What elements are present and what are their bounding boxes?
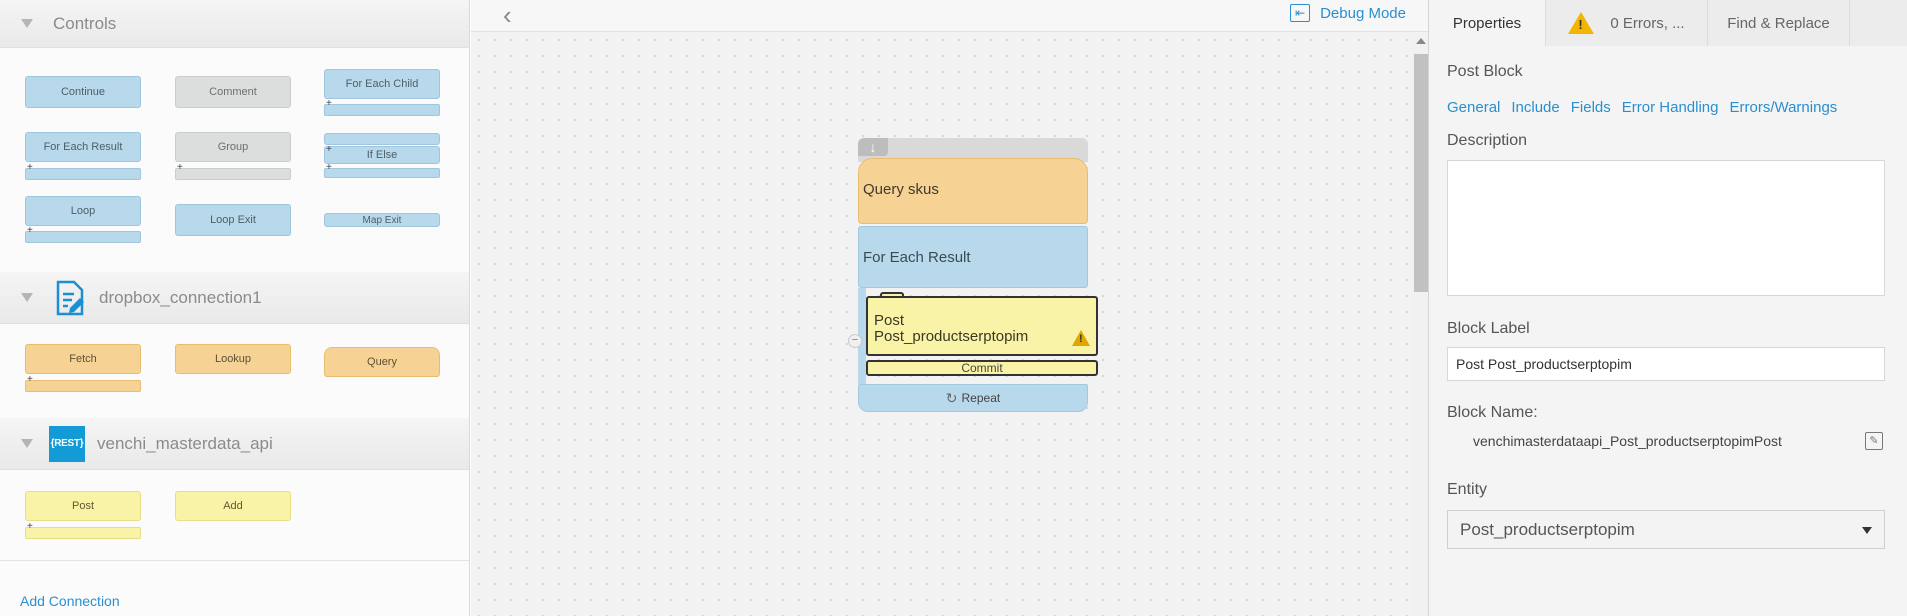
palette-block-loop[interactable]: Loop — [25, 196, 141, 226]
palette-block-map-exit[interactable]: Map Exit — [324, 213, 440, 227]
dropbox-connection-icon — [53, 280, 87, 316]
plus-icon: + — [27, 225, 33, 236]
flow-block-query[interactable]: Query skus — [858, 158, 1088, 224]
flow-block-commit[interactable]: Commit — [866, 360, 1098, 376]
block-name-label: Block Name: — [1447, 404, 1538, 421]
collapse-caret-icon[interactable] — [21, 293, 33, 302]
palette-block-if-else-foot — [324, 168, 440, 178]
palette-block-query[interactable]: Query — [324, 347, 440, 377]
plus-icon: + — [27, 521, 33, 532]
api-connection-title: venchi_masterdata_api — [97, 433, 273, 453]
palette-block-post[interactable]: Post — [25, 491, 141, 521]
panel-tabs: Properties ! 0 Errors, ... Find & Replac… — [1429, 0, 1907, 46]
warning-icon: ! — [1568, 12, 1595, 34]
repeat-icon: ↻ — [945, 389, 958, 406]
canvas-vertical-scrollbar[interactable] — [1412, 34, 1428, 616]
palette-divider — [0, 560, 469, 561]
add-connection-link[interactable]: Add Connection — [20, 593, 120, 609]
flow-block-post[interactable]: Post Post_productserptopim — [866, 296, 1098, 356]
tab-errors-label: 0 Errors, ... — [1610, 14, 1685, 32]
block-label-label: Block Label — [1447, 320, 1530, 337]
property-section-links: General Include Fields Error Handling Er… — [1447, 99, 1848, 116]
connection-section-header[interactable]: dropbox_connection1 — [0, 272, 469, 324]
palette-block-for-each-child[interactable]: For Each Child — [324, 69, 440, 99]
edit-icon[interactable]: ✎ — [1865, 432, 1883, 450]
plus-icon: + — [27, 162, 33, 173]
repeat-label: Repeat — [961, 391, 1001, 405]
palette-block-if-else-top[interactable] — [324, 133, 440, 145]
collapse-caret-icon[interactable] — [21, 19, 33, 28]
connection-title: dropbox_connection1 — [99, 287, 262, 307]
post-block-line2: Post_productserptopim — [874, 328, 1029, 345]
palette-block-group[interactable]: Group — [175, 132, 291, 162]
entity-select[interactable]: Post_productserptopim — [1447, 510, 1885, 549]
palette-block-fetch[interactable]: Fetch — [25, 344, 141, 374]
controls-section-header[interactable]: Controls — [0, 0, 469, 48]
link-errors-warnings[interactable]: Errors/Warnings — [1729, 99, 1837, 116]
tab-errors[interactable]: ! 0 Errors, ... — [1546, 0, 1708, 46]
flow-block-query-label: Query skus — [863, 181, 939, 198]
tab-properties[interactable]: Properties — [1429, 0, 1546, 46]
description-label: Description — [1447, 132, 1528, 149]
rest-api-icon: {REST} — [49, 425, 85, 462]
link-fields[interactable]: Fields — [1571, 99, 1611, 116]
flow-block-repeat: ↻ Repeat — [858, 384, 1088, 412]
scrollbar-thumb[interactable] — [1414, 54, 1428, 292]
palette-block-add[interactable]: Add — [175, 491, 291, 521]
debug-mode-label: Debug Mode — [1320, 4, 1406, 22]
dropdown-caret-icon — [1862, 527, 1872, 534]
collapse-minus-icon[interactable]: − — [848, 334, 862, 348]
link-error-handling[interactable]: Error Handling — [1622, 99, 1719, 116]
plus-icon: + — [326, 162, 332, 173]
down-arrow-icon[interactable]: ↓ — [858, 138, 888, 156]
palette-block-loop-exit[interactable]: Loop Exit — [175, 204, 291, 236]
api-section-header[interactable]: {REST} venchi_masterdata_api — [0, 418, 469, 470]
palette-block-for-each-result[interactable]: For Each Result — [25, 132, 141, 162]
plus-icon: + — [326, 98, 332, 109]
palette-block-post-foot — [25, 527, 141, 539]
block-name-value: venchimasterdataapi_Post_productserptopi… — [1473, 433, 1782, 449]
back-chevron-icon[interactable]: ‹ — [503, 0, 512, 31]
palette-block-for-each-result-foot — [25, 168, 141, 180]
palette-block-for-each-child-foot — [324, 104, 440, 116]
entity-selected-value: Post_productserptopim — [1460, 519, 1635, 539]
scroll-up-arrow-icon[interactable] — [1416, 38, 1426, 44]
post-block-line1: Post — [874, 312, 905, 329]
palette-block-lookup[interactable]: Lookup — [175, 344, 291, 374]
flow-block-for-each-result[interactable]: For Each Result — [858, 226, 1088, 288]
link-general[interactable]: General — [1447, 99, 1500, 116]
properties-panel: Properties ! 0 Errors, ... Find & Replac… — [1428, 0, 1907, 616]
debug-mode-icon: ⇤ — [1290, 4, 1311, 22]
palette-block-loop-foot — [25, 231, 141, 243]
block-palette: Controls Continue Comment For Each Child… — [0, 0, 470, 616]
palette-block-if-else[interactable]: If Else — [324, 146, 440, 164]
block-label-input[interactable]: Post Post_productserptopim — [1447, 347, 1885, 381]
warning-icon[interactable]: ! — [1072, 330, 1090, 346]
tab-find-replace[interactable]: Find & Replace — [1708, 0, 1850, 46]
palette-block-comment[interactable]: Comment — [175, 76, 291, 108]
palette-block-fetch-foot — [25, 380, 141, 392]
canvas-toolbar: ‹ ⇤ Debug Mode — [471, 0, 1428, 32]
flow-block-for-each-label: For Each Result — [863, 249, 971, 266]
debug-mode-button[interactable]: ⇤ Debug Mode — [1290, 4, 1406, 22]
entity-label: Entity — [1447, 481, 1488, 498]
link-include[interactable]: Include — [1511, 99, 1559, 116]
palette-block-continue[interactable]: Continue — [25, 76, 141, 108]
palette-block-group-foot — [175, 168, 291, 180]
controls-section-title: Controls — [53, 13, 117, 33]
plus-icon: + — [177, 162, 183, 173]
plus-icon: + — [326, 144, 332, 155]
description-textarea[interactable] — [1447, 160, 1885, 296]
plus-icon: + — [27, 374, 33, 385]
collapse-caret-icon[interactable] — [21, 439, 33, 448]
block-type-title: Post Block — [1447, 63, 1523, 80]
